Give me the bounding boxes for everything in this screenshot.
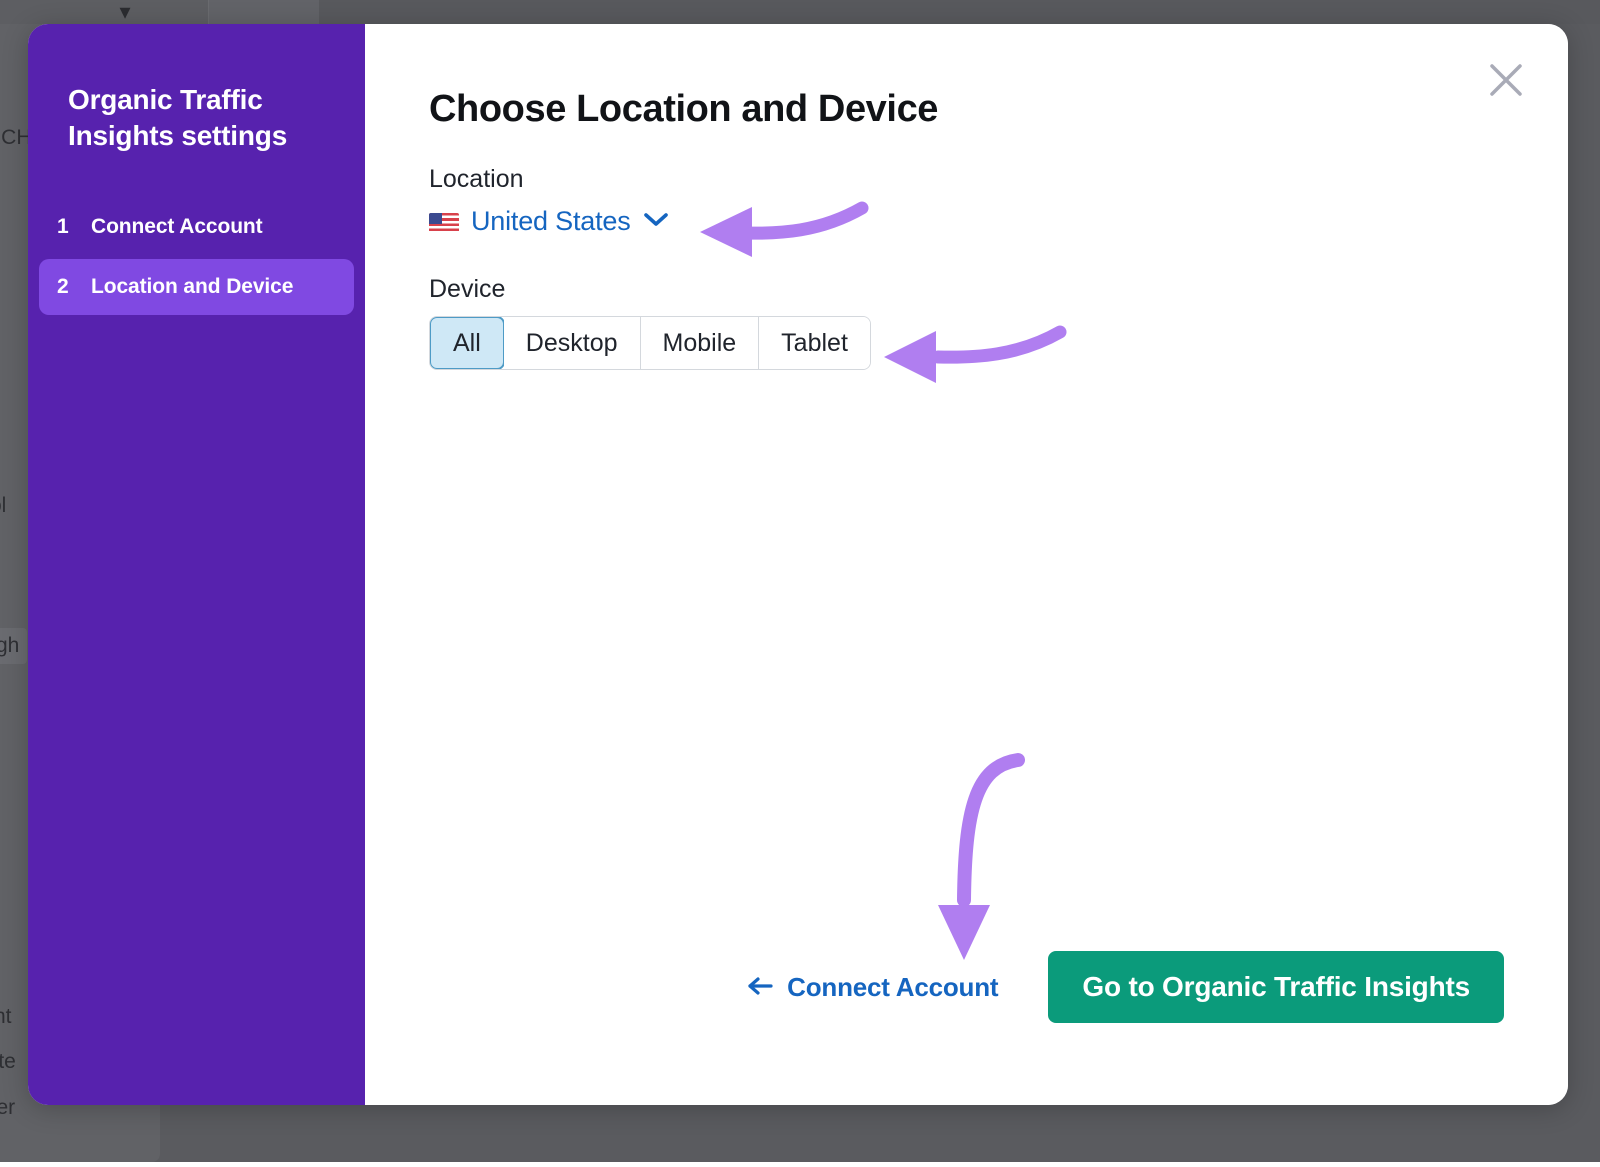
- step-number: 1: [57, 215, 91, 239]
- background-topbar: ▾: [0, 0, 1600, 24]
- step-number: 2: [57, 275, 91, 299]
- background-text-fragment: ol: [0, 494, 6, 518]
- background-text-fragment: ker: [0, 1096, 15, 1120]
- background-chevron-down-icon: ▾: [110, 2, 140, 22]
- background-text-fragment: nt: [0, 1005, 12, 1029]
- chevron-down-icon: [643, 211, 669, 232]
- device-option-all[interactable]: All: [429, 316, 505, 370]
- arrow-left-icon: [746, 972, 774, 1003]
- modal-footer: Connect Account Go to Organic Traffic In…: [365, 951, 1568, 1023]
- location-label: Location: [429, 165, 1568, 194]
- page-title: Choose Location and Device: [429, 88, 1568, 131]
- background-text-fragment: late: [0, 1050, 16, 1074]
- step-list: 1 Connect Account 2 Location and Device: [28, 199, 365, 315]
- modal-sidebar: Organic Traffic Insights settings 1 Conn…: [28, 24, 365, 1105]
- location-value: United States: [471, 206, 631, 237]
- step-label: Location and Device: [91, 275, 293, 299]
- back-link-label: Connect Account: [787, 972, 998, 1003]
- modal-content: Choose Location and Device Location Unit…: [365, 24, 1568, 1105]
- back-to-connect-account-link[interactable]: Connect Account: [746, 972, 998, 1003]
- device-option-tablet[interactable]: Tablet: [759, 317, 870, 369]
- step-label: Connect Account: [91, 215, 263, 239]
- background-topbar-cell-a: [0, 0, 209, 24]
- device-option-mobile[interactable]: Mobile: [641, 317, 760, 369]
- sidebar-item-location-and-device[interactable]: 2 Location and Device: [39, 259, 354, 315]
- sidebar-title: Organic Traffic Insights settings: [28, 82, 365, 155]
- sidebar-item-connect-account[interactable]: 1 Connect Account: [39, 199, 354, 255]
- background-topbar-cell-b: [209, 0, 319, 24]
- us-flag-icon: [429, 208, 461, 235]
- device-segmented-control: All Desktop Mobile Tablet: [429, 316, 871, 370]
- location-dropdown[interactable]: United States: [429, 206, 669, 237]
- device-option-desktop[interactable]: Desktop: [504, 317, 641, 369]
- background-text-fragment: gh: [0, 628, 27, 664]
- settings-modal: Organic Traffic Insights settings 1 Conn…: [28, 24, 1568, 1105]
- background-text-fragment: RCH: [0, 126, 32, 150]
- go-to-organic-traffic-insights-button[interactable]: Go to Organic Traffic Insights: [1048, 951, 1504, 1023]
- close-icon[interactable]: [1484, 58, 1528, 102]
- device-label: Device: [429, 275, 1568, 304]
